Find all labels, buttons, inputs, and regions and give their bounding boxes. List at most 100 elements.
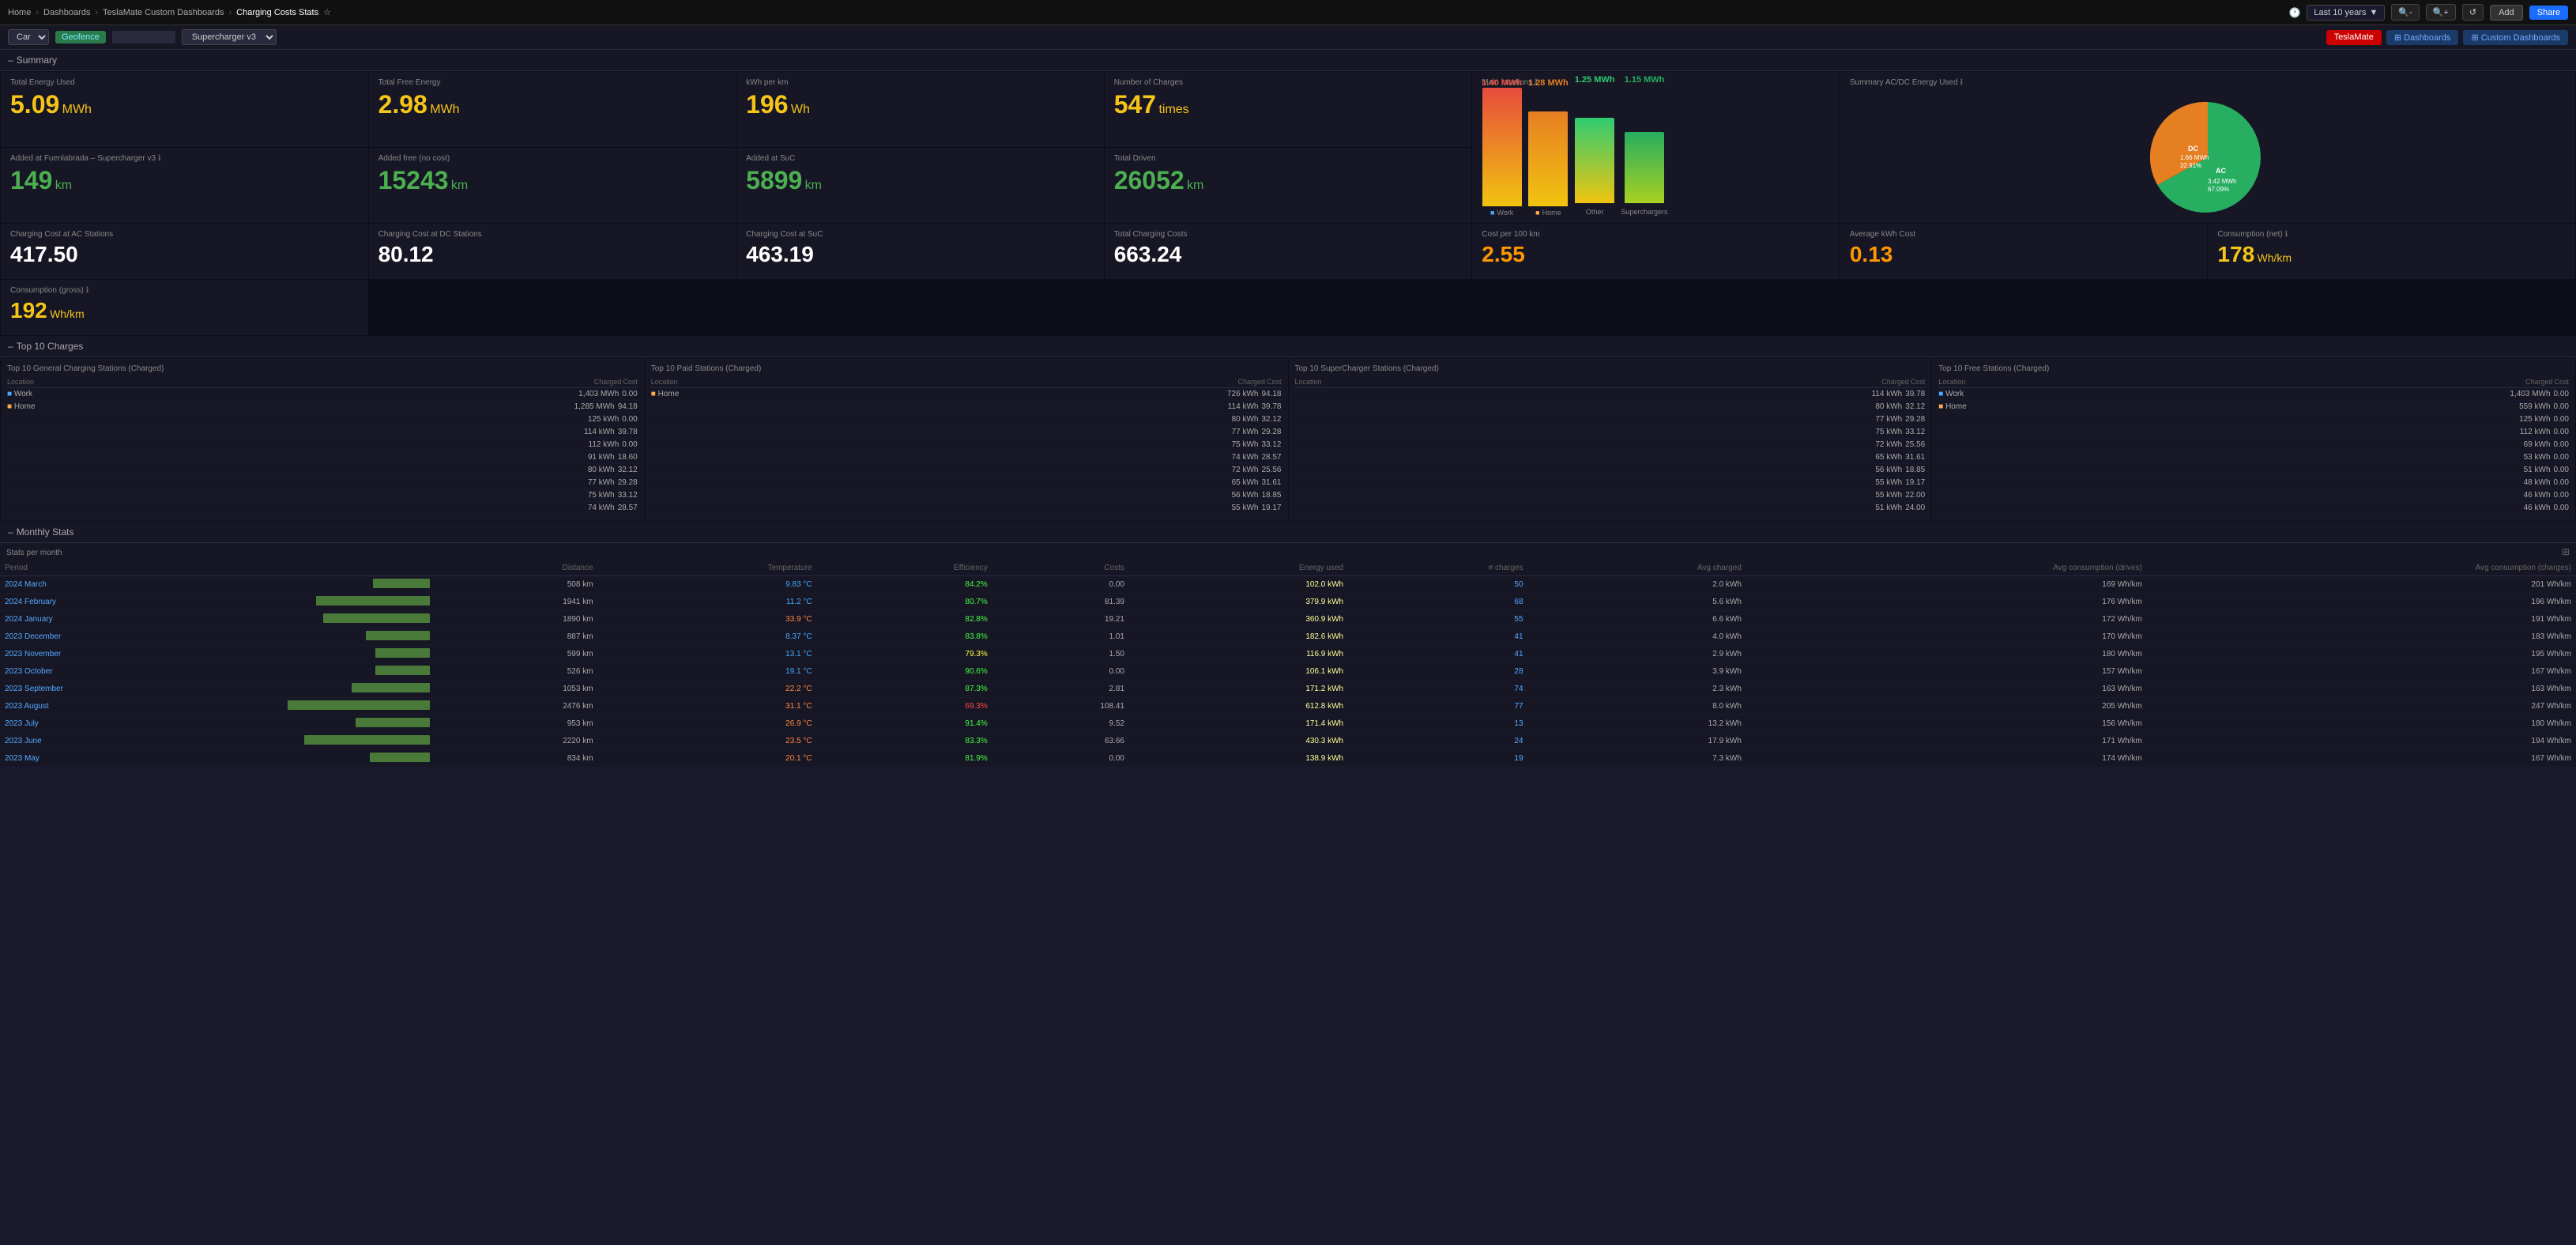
expand-icon[interactable]: ⊞ (2562, 546, 2570, 557)
table-row: 53 kWh0.00 (1938, 451, 2569, 464)
table-row: 72 kWh25.56 (1295, 439, 1926, 451)
avg-cons-drives-cell: 171 Wh/km (1746, 733, 2147, 750)
period-cell[interactable]: 2023 May (0, 750, 277, 768)
nav-home[interactable]: Home (8, 8, 31, 17)
period-cell[interactable]: 2024 January (0, 611, 277, 628)
col-temperature: Temperature (598, 560, 817, 576)
period-cell[interactable]: 2023 November (0, 646, 277, 663)
bar-cell (277, 750, 435, 768)
consumption-gross-value: 192 Wh/km (10, 298, 359, 323)
zoom-in-button[interactable]: 🔍+ (2426, 4, 2456, 21)
period-cell[interactable]: 2023 August (0, 698, 277, 715)
avg-charged-cell: 5.6 kWh (1528, 594, 1746, 611)
total-energy-value: 5.09 MWh (10, 90, 359, 119)
col-avg-drives: Avg consumption (drives) (1746, 560, 2147, 576)
period-cell[interactable]: 2024 February (0, 594, 277, 611)
period-cell[interactable]: 2023 July (0, 715, 277, 733)
top10-supercharger-card: Top 10 SuperCharger Stations (Charged) L… (1289, 358, 1932, 521)
supercharger-selector[interactable]: Supercharger v3 (182, 29, 277, 45)
costs-cell: 2.81 (992, 681, 1129, 698)
temperature-cell: 9.83 °C (598, 576, 817, 594)
efficiency-cell: 69.3% (817, 698, 992, 715)
star-icon[interactable]: ☆ (323, 7, 331, 17)
consumption-net-card: Consumption (net) ℹ 178 Wh/km (2208, 224, 2575, 279)
charges-cell: 41 (1348, 628, 1527, 646)
total-driven-label: Total Driven (1114, 154, 1463, 163)
nav-dashboards[interactable]: Dashboards (43, 8, 90, 17)
dashboards-button[interactable]: ⊞ Dashboards (2386, 30, 2459, 45)
geofence-badge[interactable]: Geofence (55, 31, 106, 43)
avg-cons-drives-cell: 174 Wh/km (1746, 750, 2147, 768)
refresh-button[interactable]: ↺ (2462, 4, 2484, 21)
table-row: 77 kWh29.28 (7, 477, 638, 489)
consumption-net-value: 178 Wh/km (2217, 242, 2566, 267)
summary-header[interactable]: – Summary (0, 50, 2576, 71)
period-cell[interactable]: 2023 December (0, 628, 277, 646)
avg-charged-cell: 7.3 kWh (1528, 750, 1746, 768)
bar-chart: 1.40 MWh ■ Work 1.28 MWh ■ Home 1.25 MWh (1482, 90, 1830, 217)
table-row: 75 kWh33.12 (651, 439, 1282, 451)
costs-cell: 108.41 (992, 698, 1129, 715)
efficiency-cell: 90.6% (817, 663, 992, 681)
kwh-per-km-card: kWh per km 196 Wh (736, 72, 1104, 147)
monthly-header[interactable]: – Monthly Stats (0, 522, 2576, 543)
period-cell[interactable]: 2023 June (0, 733, 277, 750)
col-period: Period (0, 560, 277, 576)
avg-cons-charges-cell: 196 Wh/km (2147, 594, 2576, 611)
avg-cons-drives-cell: 163 Wh/km (1746, 681, 2147, 698)
nav-teslamate[interactable]: TeslaMate Custom Dashboards (103, 8, 224, 17)
charging-cost-suc-value: 463.19 (746, 242, 1094, 267)
time-filter[interactable]: Last 10 years ▼ (2307, 5, 2385, 21)
summary-grid: Total Energy Used 5.09 MWh Total Free En… (0, 71, 2576, 336)
toolbar-left: Car Geofence Supercharger v3 (8, 29, 277, 45)
costs-cell: 1.01 (992, 628, 1129, 646)
period-cell[interactable]: 2023 September (0, 681, 277, 698)
top10-paid-card: Top 10 Paid Stations (Charged) LocationC… (645, 358, 1288, 521)
top10-grid: Top 10 General Charging Stations (Charge… (0, 357, 2576, 522)
grid-icon: ⊞ (2394, 33, 2401, 43)
time-filter-label: Last 10 years (2314, 8, 2366, 17)
share-button[interactable]: Share (2529, 6, 2568, 20)
period-cell[interactable]: 2024 March (0, 576, 277, 594)
table-row: 114 kWh39.78 (1295, 388, 1926, 401)
dc-value-text: 1.66 MWh (2180, 154, 2209, 161)
car-selector[interactable]: Car (8, 29, 49, 45)
table-row: 2023 June 2220 km 23.5 °C 83.3% 63.66 43… (0, 733, 2576, 750)
avg-cons-charges-cell: 180 Wh/km (2147, 715, 2576, 733)
costs-cell: 19.21 (992, 611, 1129, 628)
top10-supercharger-header: LocationChargedCost (1295, 378, 1926, 388)
col-costs: Costs (992, 560, 1129, 576)
table-row: 2023 May 834 km 20.1 °C 81.9% 0.00 138.9… (0, 750, 2576, 768)
top10-free-card: Top 10 Free Stations (Charged) LocationC… (1932, 358, 2575, 521)
costs-cell: 81.39 (992, 594, 1129, 611)
charges-cell: 68 (1348, 594, 1527, 611)
bar-work-rect (1482, 88, 1522, 206)
temperature-cell: 8.37 °C (598, 628, 817, 646)
add-button[interactable]: Add (2490, 5, 2523, 21)
cost-per-100km-value: 2.55 (1482, 242, 1830, 267)
costs-cell: 9.52 (992, 715, 1129, 733)
custom-dashboards-button[interactable]: ⊞ Custom Dashboards (2463, 30, 2568, 45)
ac-label-text: AC (2216, 167, 2226, 175)
chevron-down-icon: ▼ (2369, 8, 2378, 17)
total-driven-value: 26052 km (1114, 166, 1463, 195)
distance-cell: 1941 km (435, 594, 598, 611)
total-free-card: Total Free Energy 2.98 MWh (369, 72, 736, 147)
table-row: 46 kWh0.00 (1938, 489, 2569, 502)
period-cell[interactable]: 2023 October (0, 663, 277, 681)
table-row: 80 kWh32.12 (651, 413, 1282, 426)
teslamate-button[interactable]: TeslaMate (2326, 30, 2382, 45)
top10-header[interactable]: – Top 10 Charges (0, 336, 2576, 357)
bar-work: 1.40 MWh ■ Work (1482, 78, 1522, 217)
total-free-label: Total Free Energy (378, 78, 727, 87)
ac-dc-card: Summary AC/DC Energy Used ℹ DC 1.66 MWh … (1840, 72, 2575, 223)
charges-cell: 50 (1348, 576, 1527, 594)
kwh-per-km-value: 196 Wh (746, 90, 1094, 119)
table-row: 74 kWh28.57 (651, 451, 1282, 464)
zoom-out-button[interactable]: 🔍- (2391, 4, 2419, 21)
top10-supercharger-title: Top 10 SuperCharger Stations (Charged) (1295, 364, 1926, 373)
top10-general-header: LocationChargedCost (7, 378, 638, 388)
table-row: 114 kWh39.78 (651, 401, 1282, 413)
efficiency-cell: 79.3% (817, 646, 992, 663)
energy-cell: 102.0 kWh (1129, 576, 1348, 594)
